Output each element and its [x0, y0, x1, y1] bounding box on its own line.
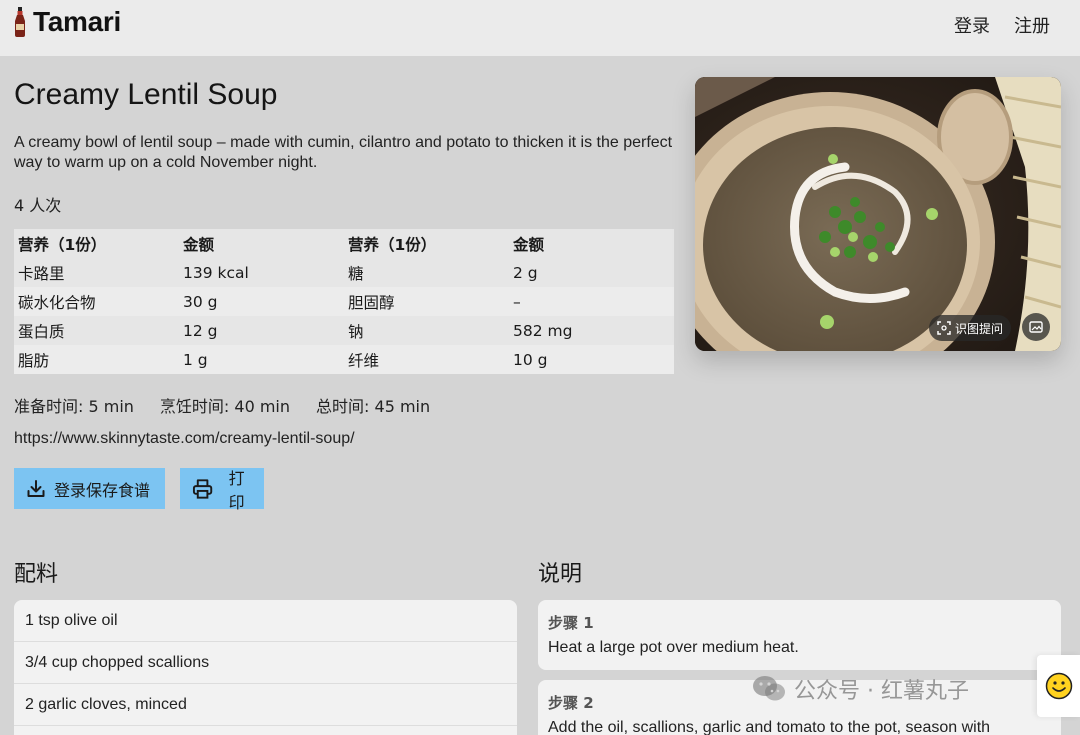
ingredient-item: 1 tsp olive oil	[14, 600, 517, 642]
save-recipe-label: 登录保存食谱	[54, 480, 151, 500]
total-time: 总时间: 45 min	[316, 397, 431, 416]
nutrition-header: 营养（1份）	[344, 229, 509, 258]
sauce-bottle-icon	[15, 7, 25, 37]
nutrition-cell: 钠	[344, 316, 509, 345]
image-icon	[1029, 321, 1043, 333]
nutrition-row: 卡路里 139 kcal 糖 2 g	[14, 258, 674, 287]
nutrition-header: 营养（1份）	[14, 229, 179, 258]
nutrition-cell: 2 g	[509, 258, 674, 287]
ask-about-image-button[interactable]: 识图提问	[928, 315, 1011, 341]
download-icon	[27, 479, 45, 497]
nutrition-cell: 碳水化合物	[14, 287, 179, 316]
recipe-photo: 识图提问	[695, 77, 1061, 351]
nutrition-cell: 582 mg	[509, 316, 674, 345]
brand-name: Tamari	[33, 6, 121, 37]
nutrition-cell: –	[509, 287, 674, 316]
printer-icon	[192, 478, 213, 499]
step-text: Heat a large pot over medium heat.	[548, 639, 799, 656]
recipe-times: 准备时间: 5 min 烹饪时间: 40 min 总时间: 45 min	[14, 393, 430, 417]
save-recipe-button[interactable]: 登录保存食谱	[14, 468, 165, 509]
step-label: 步骤 1	[548, 614, 594, 632]
nutrition-cell: 蛋白质	[14, 316, 179, 345]
nutrition-cell: 卡路里	[14, 258, 179, 287]
nutrition-row: 脂肪 1 g 纤维 10 g	[14, 345, 674, 374]
ingredients-list: 1 tsp olive oil 3/4 cup chopped scallion…	[14, 600, 517, 735]
lentil-soup-image	[695, 77, 1061, 351]
top-bar: Tamari 登录 注册	[0, 0, 1080, 56]
nutrition-header: 金额	[179, 229, 344, 258]
top-nav: 登录 注册	[954, 12, 1050, 38]
nutrition-row: 蛋白质 12 g 钠 582 mg	[14, 316, 674, 345]
nutrition-cell: 12 g	[179, 316, 344, 345]
nutrition-cell: 糖	[344, 258, 509, 287]
brand-logo[interactable]: Tamari	[12, 6, 121, 38]
source-url: https://www.skinnytaste.com/creamy-lenti…	[14, 430, 355, 447]
nutrition-header-row: 营养（1份） 金额 营养（1份） 金额	[14, 229, 674, 258]
step-text: Add the oil, scallions, garlic and tomat…	[548, 719, 991, 735]
nutrition-cell: 脂肪	[14, 345, 179, 374]
print-button[interactable]: 打印	[180, 468, 264, 512]
nutrition-cell: 1 g	[179, 345, 344, 374]
prep-time: 准备时间: 5 min	[14, 397, 134, 416]
nutrition-cell: 30 g	[179, 287, 344, 316]
ingredient-item: 2 garlic cloves, minced	[14, 684, 517, 726]
ingredient-item: 3/4 cup chopped scallions	[14, 642, 517, 684]
nutrition-cell: 139 kcal	[179, 258, 344, 287]
smiley-icon	[1045, 672, 1072, 700]
instruction-step: 步骤 1 Heat a large pot over medium heat.	[538, 600, 1061, 670]
scan-icon	[937, 321, 951, 335]
nutrition-cell: 纤维	[344, 345, 509, 374]
nutrition-cell: 10 g	[509, 345, 674, 374]
nutrition-row: 碳水化合物 30 g 胆固醇 –	[14, 287, 674, 316]
instructions-heading: 说明	[538, 562, 583, 587]
register-link[interactable]: 注册	[1014, 12, 1050, 38]
recipe-title: Creamy Lentil Soup	[14, 78, 278, 111]
recipe-description: A creamy bowl of lentil soup – made with…	[14, 134, 673, 171]
image-search-button[interactable]	[1022, 313, 1050, 341]
feedback-widget[interactable]	[1037, 655, 1080, 717]
nutrition-table: 营养（1份） 金额 营养（1份） 金额 卡路里 139 kcal 糖 2 g 碳…	[14, 229, 674, 374]
watermark: 公众号 · 红薯丸子	[752, 673, 969, 705]
nutrition-cell: 胆固醇	[344, 287, 509, 316]
ask-about-image-label: 识图提问	[954, 321, 1003, 336]
servings: 4 人次	[14, 196, 62, 215]
wechat-icon	[753, 676, 785, 701]
login-link[interactable]: 登录	[954, 12, 990, 38]
print-label: 打印	[228, 468, 245, 512]
nutrition-header: 金额	[509, 229, 674, 258]
watermark-text: 公众号 · 红薯丸子	[794, 679, 969, 704]
cook-time: 烹饪时间: 40 min	[159, 397, 291, 416]
ingredients-heading: 配料	[14, 562, 59, 587]
